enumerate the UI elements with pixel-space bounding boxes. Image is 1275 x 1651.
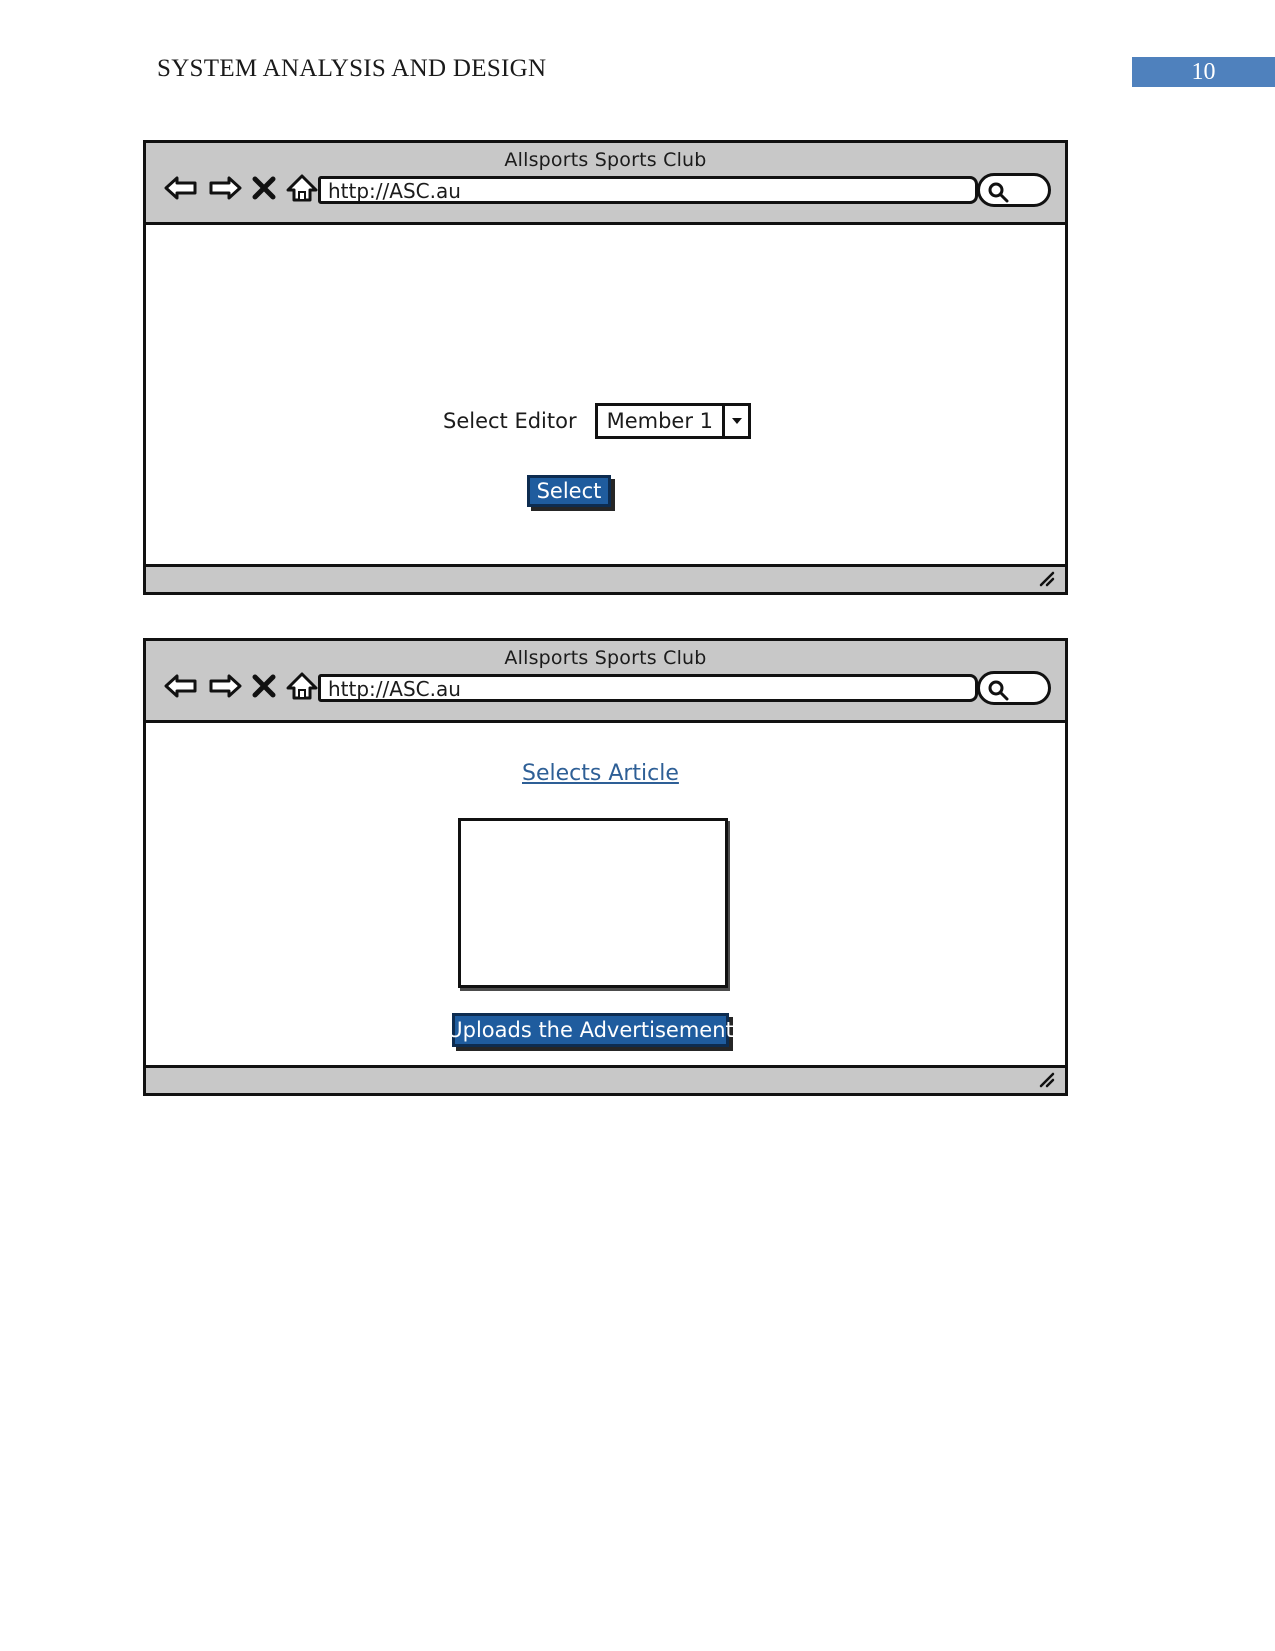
browser-chrome: Allsports Sports Club http://ASC.au: [146, 143, 1065, 225]
back-arrow-icon[interactable]: [164, 174, 198, 202]
navigation-controls: [164, 171, 318, 205]
url-text: http://ASC.au: [328, 179, 461, 203]
close-x-icon[interactable]: [252, 672, 276, 700]
page-content-upload-advertisement: Selects Article Uploads the Advertisemen…: [146, 723, 1065, 1066]
search-box[interactable]: [977, 671, 1051, 705]
window-title: Allsports Sports Club: [504, 647, 707, 669]
upload-advertisement-button-label: Uploads the Advertisement: [447, 1018, 734, 1042]
status-bar: [146, 564, 1065, 592]
browser-window-upload-advertisement: Allsports Sports Club http://ASC.au Sele…: [143, 638, 1068, 1096]
forward-arrow-icon[interactable]: [208, 174, 242, 202]
select-editor-label: Select Editor: [443, 409, 577, 433]
page-title: SYSTEM ANALYSIS AND DESIGN: [157, 55, 547, 82]
advertisement-image-placeholder[interactable]: [458, 818, 728, 988]
window-title: Allsports Sports Club: [504, 149, 707, 171]
selects-article-link[interactable]: Selects Article: [522, 761, 679, 786]
page-content-select-editor: Select Editor Member 1 Select: [146, 225, 1065, 565]
home-icon[interactable]: [286, 173, 318, 203]
upload-advertisement-button[interactable]: Uploads the Advertisement: [447, 1013, 734, 1047]
home-icon[interactable]: [286, 671, 318, 701]
back-arrow-icon[interactable]: [164, 672, 198, 700]
search-box[interactable]: [977, 173, 1051, 207]
search-icon: [987, 181, 1009, 208]
navigation-controls: [164, 669, 318, 703]
resize-grip-icon[interactable]: [1037, 1071, 1057, 1089]
editor-dropdown[interactable]: Member 1: [594, 403, 752, 439]
url-bar[interactable]: http://ASC.au: [318, 674, 978, 702]
chevron-down-icon[interactable]: [722, 406, 748, 436]
select-editor-row: Select Editor Member 1: [443, 403, 752, 439]
select-button[interactable]: Select: [527, 475, 611, 507]
forward-arrow-icon[interactable]: [208, 672, 242, 700]
search-icon: [987, 679, 1009, 706]
url-text: http://ASC.au: [328, 677, 461, 701]
status-bar: [146, 1065, 1065, 1093]
page-number: 10: [1191, 59, 1216, 85]
resize-grip-icon[interactable]: [1037, 570, 1057, 588]
select-button-label: Select: [536, 479, 602, 503]
browser-chrome: Allsports Sports Club http://ASC.au: [146, 641, 1065, 723]
document-header: SYSTEM ANALYSIS AND DESIGN 10: [0, 0, 1275, 110]
editor-dropdown-value: Member 1: [606, 409, 714, 433]
close-x-icon[interactable]: [252, 174, 276, 202]
browser-window-select-editor: Allsports Sports Club http://ASC.au Sele…: [143, 140, 1068, 595]
url-bar[interactable]: http://ASC.au: [318, 176, 978, 204]
